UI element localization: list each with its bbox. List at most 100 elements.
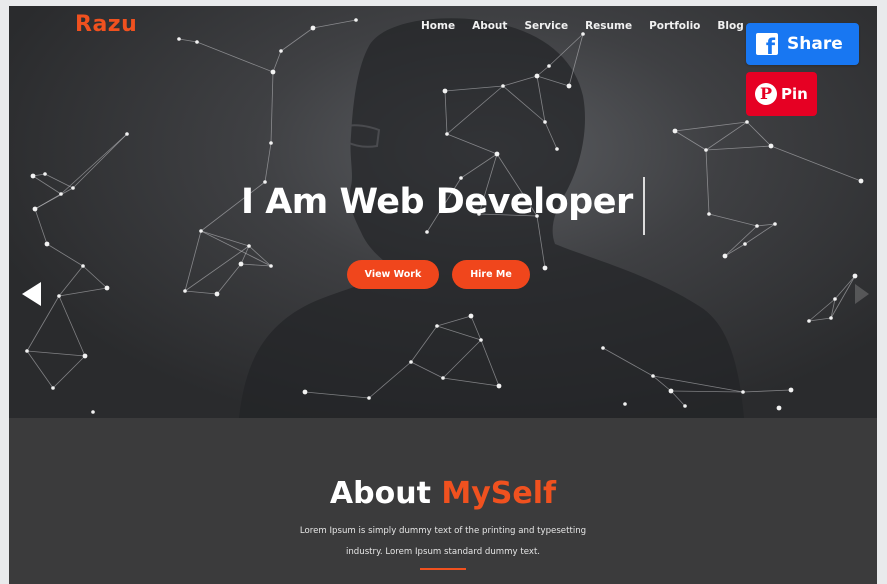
network-node (555, 147, 559, 151)
network-node (214, 291, 220, 297)
network-line (272, 50, 282, 73)
network-node (601, 346, 605, 350)
network-node (425, 230, 429, 234)
network-node (25, 349, 29, 353)
nav-resume[interactable]: Resume (585, 20, 632, 32)
network-line (442, 377, 500, 387)
network-node (269, 141, 273, 145)
network-node (707, 212, 711, 216)
network-node (773, 222, 777, 226)
network-line (652, 375, 672, 392)
network-node (409, 360, 413, 364)
network-line (502, 75, 538, 87)
chevron-right-icon[interactable] (855, 284, 869, 304)
network-line (724, 225, 758, 257)
network-line (240, 263, 272, 267)
network-line (724, 243, 746, 257)
network-node (741, 390, 745, 394)
network-node (269, 264, 273, 268)
network-line (674, 130, 707, 151)
network-node (581, 32, 585, 36)
network-line (460, 153, 498, 179)
network-node (270, 69, 276, 75)
network-node (829, 316, 833, 320)
hero-section: Razu Home About Service Resume Portfolio… (9, 6, 877, 418)
nav-about[interactable]: About (472, 20, 507, 32)
network-line (58, 265, 84, 297)
network-line (602, 347, 654, 377)
network-line (34, 193, 62, 210)
network-line (216, 263, 242, 295)
network-line (834, 275, 856, 300)
network-line (548, 33, 584, 67)
network-node (543, 120, 547, 124)
network-line (26, 350, 54, 389)
nav-portfolio[interactable]: Portfolio (649, 20, 700, 32)
network-line (446, 85, 504, 135)
network-node (459, 176, 463, 180)
network-node (776, 405, 782, 411)
network-line (52, 355, 86, 389)
chevron-left-icon[interactable] (22, 282, 41, 306)
network-node (183, 289, 187, 293)
network-line (830, 275, 856, 319)
network-node (104, 285, 110, 291)
network-line (568, 33, 584, 87)
network-node (32, 206, 38, 212)
network-node (858, 178, 864, 184)
network-line (502, 85, 546, 123)
network-node (743, 242, 747, 246)
nav-service[interactable]: Service (524, 20, 568, 32)
hire-me-button[interactable]: Hire Me (452, 260, 530, 289)
network-node (435, 324, 439, 328)
network-node (668, 388, 674, 394)
about-title: About MySelf (9, 476, 877, 511)
about-title-main: About (329, 476, 431, 511)
network-node (302, 389, 308, 395)
network-node (199, 229, 203, 233)
network-line (770, 145, 862, 182)
network-line (536, 75, 570, 87)
network-line (705, 149, 710, 215)
facebook-share-label: Share (787, 34, 843, 54)
network-node (442, 88, 448, 94)
network-node (247, 244, 251, 248)
nav-blog[interactable]: Blog (717, 20, 743, 32)
network-line (312, 19, 357, 29)
network-node (441, 376, 445, 380)
network-line (72, 133, 128, 189)
network-line (742, 389, 792, 393)
pinterest-pin-button[interactable]: P Pin (746, 72, 817, 116)
network-line (746, 121, 772, 147)
network-node (57, 294, 61, 298)
network-line (44, 173, 74, 189)
network-line (446, 133, 498, 155)
facebook-share-button[interactable]: f Share (746, 23, 859, 65)
pinterest-pin-label: Pin (781, 85, 808, 103)
network-line (178, 38, 198, 43)
network-line (536, 75, 546, 123)
network-line (200, 230, 250, 247)
network-node (623, 402, 627, 406)
network-line (410, 361, 444, 379)
network-node (672, 128, 678, 134)
network-line (82, 265, 108, 289)
site-logo[interactable]: Razu (75, 12, 137, 37)
network-line (480, 339, 500, 387)
about-title-accent: MySelf (441, 476, 557, 511)
about-section: About MySelf Lorem Ipsum is simply dummy… (9, 418, 877, 584)
network-node (807, 319, 811, 323)
network-line (34, 208, 48, 245)
network-node (501, 84, 505, 88)
network-line (304, 391, 370, 399)
view-work-button[interactable]: View Work (347, 260, 439, 289)
typing-cursor (643, 177, 645, 235)
network-node (755, 224, 759, 228)
network-line (444, 85, 504, 92)
network-node (745, 120, 749, 124)
pinterest-icon: P (755, 83, 777, 105)
network-node (547, 64, 551, 68)
nav-home[interactable]: Home (421, 20, 455, 32)
network-node (238, 261, 244, 267)
network-node (683, 404, 687, 408)
